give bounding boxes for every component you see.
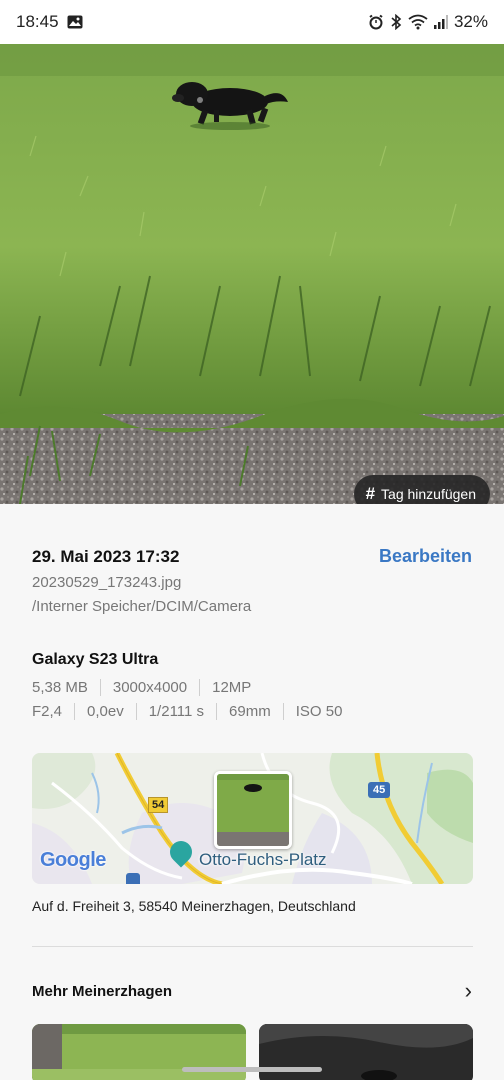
add-tag-button[interactable]: # Tag hinzufügen <box>353 475 490 504</box>
road-shield-45: 45 <box>368 782 391 798</box>
bluetooth-icon <box>390 14 402 30</box>
place-label: Otto-Fuchs-Platz <box>199 850 327 869</box>
wifi-icon <box>408 14 428 30</box>
signal-icon <box>433 15 448 29</box>
edit-button[interactable]: Bearbeiten <box>379 546 472 567</box>
divider <box>32 946 473 947</box>
status-time: 18:45 <box>16 12 59 31</box>
road-shield-54: 54 <box>148 797 169 813</box>
megapixels: 12MP <box>199 679 263 696</box>
resolution: 3000x4000 <box>99 679 199 696</box>
gallery-icon <box>67 15 83 29</box>
location-map[interactable]: 54 45 Google Otto-Fuchs-Platz <box>32 753 473 884</box>
google-logo: Google <box>40 849 106 871</box>
bus-stop-icon <box>126 873 140 884</box>
shutter-speed: 1/2111 s <box>135 703 216 720</box>
spec-row-file: 5,38 MB 3000x4000 12MP <box>32 679 263 696</box>
date-row: 29. Mai 2023 17:32 Bearbeiten <box>32 546 472 567</box>
hashtag-icon: # <box>365 484 376 503</box>
exposure-value: 0,0ev <box>74 703 136 720</box>
capture-date: 29. Mai 2023 17:32 <box>32 547 180 566</box>
file-path: /Interner Speicher/DCIM/Camera <box>32 598 252 615</box>
device-name: Galaxy S23 Ultra <box>32 651 159 668</box>
more-title: Mehr Meinerzhagen <box>32 982 173 1000</box>
status-bar: 18:45 32% <box>0 0 504 44</box>
focal-length: 69mm <box>216 703 283 720</box>
details-panel: 29. Mai 2023 17:32 Bearbeiten 20230529_1… <box>0 504 504 1080</box>
file-size: 5,38 MB <box>32 679 88 696</box>
battery-level: 32% <box>453 12 488 31</box>
iso: ISO 50 <box>282 703 355 720</box>
more-section-header[interactable]: Mehr Meinerzhagen › <box>32 980 472 1002</box>
dog-photo <box>0 36 504 504</box>
map-photo-thumbnail[interactable] <box>214 771 292 849</box>
chevron-right-icon[interactable]: › <box>465 980 472 1002</box>
home-indicator[interactable] <box>182 1067 322 1072</box>
location-address: Auf d. Freiheit 3, 58540 Meinerzhagen, D… <box>32 898 356 914</box>
spec-row-exposure: F2,4 0,0ev 1/2111 s 69mm ISO 50 <box>32 703 354 720</box>
add-tag-label: Tag hinzufügen <box>381 486 476 502</box>
aperture: F2,4 <box>32 703 63 720</box>
photo-viewer[interactable]: # Tag hinzufügen <box>0 36 504 504</box>
file-name: 20230529_173243.jpg <box>32 574 182 591</box>
alarm-icon <box>368 14 384 30</box>
